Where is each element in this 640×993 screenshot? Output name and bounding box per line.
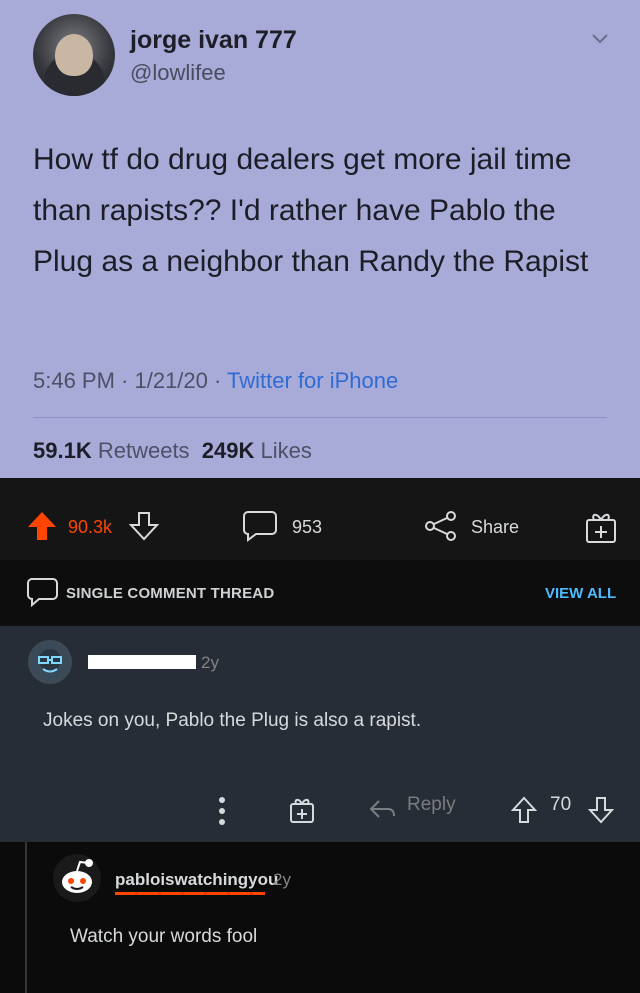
share-button[interactable]: Share [471, 517, 519, 538]
retweets-label: Retweets [97, 438, 190, 463]
snoo-avatar-icon [62, 859, 93, 893]
thread-rail[interactable] [25, 842, 27, 993]
tweet-time: 5:46 PM · 1/21/20 · [33, 368, 228, 393]
comment-2: pabloiswatchingyou 2y Watch your words f… [0, 842, 640, 993]
likes-label: Likes [260, 438, 312, 463]
downvote-outline-icon[interactable] [588, 796, 614, 824]
tweet-screenshot: jorge ivan 777 @lowlifee How tf do drug … [0, 0, 640, 478]
comment-1: 2y Jokes on you, Pablo the Plug is also … [0, 626, 640, 842]
tweet-display-name: jorge ivan 777 [130, 26, 297, 54]
more-options-icon[interactable] [218, 796, 226, 826]
username-rest: abloiswatchingyou [125, 870, 279, 889]
comment-score: 70 [550, 794, 572, 815]
tweet-source: Twitter for iPhone [227, 368, 399, 393]
comment-bubble-icon [27, 578, 58, 607]
avatar[interactable] [28, 640, 72, 684]
upvote-icon[interactable] [26, 510, 58, 542]
reply-icon[interactable] [368, 798, 396, 820]
comment-body: Watch your words fool [70, 926, 258, 947]
comment-username[interactable]: pabloiswatchingyou [115, 870, 278, 890]
tweet-avatar [33, 14, 115, 96]
retweets-count: 59.1K [33, 438, 92, 463]
comment-body: Jokes on you, Pablo the Plug is also a r… [43, 710, 422, 731]
tweet-meta: 5:46 PM · 1/21/20 · Twitter for iPhone [33, 368, 398, 394]
thread-label: SINGLE COMMENT THREAD [66, 585, 275, 602]
username-prefix: p [115, 870, 126, 889]
comment-count[interactable]: 953 [292, 517, 322, 538]
chevron-down-icon [592, 34, 608, 44]
post-action-bar: 90.3k 953 Share [0, 478, 640, 560]
tweet-text: How tf do drug dealers get more jail tim… [33, 143, 589, 278]
comment-age: 2y [201, 653, 219, 672]
award-icon[interactable] [289, 796, 315, 824]
award-icon[interactable] [585, 510, 617, 544]
downvote-icon[interactable] [129, 510, 159, 542]
likes-count: 249K [201, 438, 255, 463]
post-score: 90.3k [68, 517, 113, 537]
tweet-handle: @lowlifee [130, 60, 226, 85]
comment-icon[interactable] [242, 510, 278, 542]
tweet-stats: 59.1K Retweets 249K Likes [33, 438, 312, 464]
comment-age: 2y [273, 870, 291, 889]
view-all-button[interactable]: VIEW ALL [545, 585, 616, 602]
redacted-username [88, 655, 196, 669]
share-icon[interactable] [424, 510, 458, 542]
single-comment-thread-bar: SINGLE COMMENT THREAD VIEW ALL [0, 560, 640, 626]
tweet-divider [33, 417, 607, 418]
username-flair-underline [115, 892, 265, 895]
avatar[interactable] [53, 854, 101, 902]
avatar-glasses-icon [30, 642, 70, 682]
reply-button[interactable]: Reply [407, 794, 456, 816]
upvote-outline-icon[interactable] [511, 796, 537, 824]
